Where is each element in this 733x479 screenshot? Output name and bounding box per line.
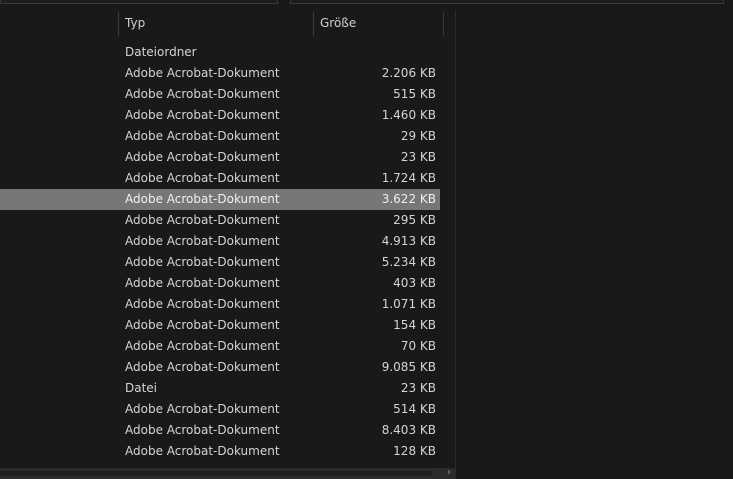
file-list-pane: Typ Größe Dateiordner Adobe Acrobat-Dokum… bbox=[0, 10, 455, 479]
horizontal-scrollbar[interactable]: › bbox=[0, 466, 455, 479]
cell-type: Adobe Acrobat-Dokument bbox=[125, 129, 280, 143]
table-row[interactable]: Adobe Acrobat-Dokument 1.460 KB bbox=[0, 105, 440, 126]
cell-type: Adobe Acrobat-Dokument bbox=[125, 360, 280, 374]
table-row[interactable]: Adobe Acrobat-Dokument 70 KB bbox=[0, 336, 440, 357]
cell-type: Adobe Acrobat-Dokument bbox=[125, 234, 280, 248]
cell-size: 9.085 KB bbox=[381, 360, 436, 374]
table-row[interactable]: Adobe Acrobat-Dokument 5.234 KB bbox=[0, 252, 440, 273]
table-row[interactable]: Adobe Acrobat-Dokument 23 KB bbox=[0, 147, 440, 168]
table-row[interactable]: Adobe Acrobat-Dokument 3.622 KB bbox=[0, 189, 440, 210]
cell-size: 1.724 KB bbox=[381, 171, 436, 185]
table-row[interactable]: Adobe Acrobat-Dokument 128 KB bbox=[0, 441, 440, 462]
table-row[interactable]: Adobe Acrobat-Dokument 29 KB bbox=[0, 126, 440, 147]
cell-size: 3.622 KB bbox=[381, 192, 436, 206]
cell-type: Dateiordner bbox=[125, 45, 197, 59]
cell-size: 515 KB bbox=[393, 87, 436, 101]
table-row[interactable]: Adobe Acrobat-Dokument 515 KB bbox=[0, 84, 440, 105]
cell-type: Adobe Acrobat-Dokument bbox=[125, 192, 280, 206]
table-row[interactable]: Adobe Acrobat-Dokument 403 KB bbox=[0, 273, 440, 294]
column-separator[interactable] bbox=[443, 12, 444, 36]
cell-type: Adobe Acrobat-Dokument bbox=[125, 87, 280, 101]
cell-type: Adobe Acrobat-Dokument bbox=[125, 276, 280, 290]
cell-type: Adobe Acrobat-Dokument bbox=[125, 150, 280, 164]
scrollbar-thumb[interactable] bbox=[0, 471, 432, 476]
cell-size: 128 KB bbox=[393, 444, 436, 458]
cell-type: Adobe Acrobat-Dokument bbox=[125, 402, 280, 416]
table-row[interactable]: Adobe Acrobat-Dokument 2.206 KB bbox=[0, 63, 440, 84]
cell-type: Adobe Acrobat-Dokument bbox=[125, 213, 280, 227]
address-bar[interactable] bbox=[0, 0, 278, 4]
preview-pane bbox=[456, 10, 733, 479]
table-row[interactable]: Adobe Acrobat-Dokument 295 KB bbox=[0, 210, 440, 231]
table-row[interactable]: Dateiordner bbox=[0, 42, 440, 63]
file-explorer-window: Typ Größe Dateiordner Adobe Acrobat-Dokum… bbox=[0, 0, 733, 479]
search-box[interactable] bbox=[290, 0, 724, 4]
column-header-row: Typ Größe bbox=[0, 10, 445, 37]
cell-size: 154 KB bbox=[393, 318, 436, 332]
table-row[interactable]: Adobe Acrobat-Dokument 1.071 KB bbox=[0, 294, 440, 315]
table-row[interactable]: Adobe Acrobat-Dokument 8.403 KB bbox=[0, 420, 440, 441]
cell-size: 23 KB bbox=[400, 381, 436, 395]
cell-type: Adobe Acrobat-Dokument bbox=[125, 297, 280, 311]
table-row[interactable]: Adobe Acrobat-Dokument 1.724 KB bbox=[0, 168, 440, 189]
column-separator[interactable] bbox=[313, 12, 314, 36]
cell-size: 8.403 KB bbox=[381, 423, 436, 437]
cell-size: 70 KB bbox=[400, 339, 436, 353]
cell-size: 514 KB bbox=[393, 402, 436, 416]
cell-size: 2.206 KB bbox=[381, 66, 436, 80]
cell-size: 1.460 KB bbox=[381, 108, 436, 122]
table-row[interactable]: Adobe Acrobat-Dokument 4.913 KB bbox=[0, 231, 440, 252]
column-header-type[interactable]: Typ bbox=[125, 16, 145, 30]
chevron-right-icon[interactable]: › bbox=[447, 466, 451, 479]
cell-type: Adobe Acrobat-Dokument bbox=[125, 108, 280, 122]
column-separator[interactable] bbox=[118, 12, 119, 36]
cell-type: Adobe Acrobat-Dokument bbox=[125, 66, 280, 80]
cell-size: 5.234 KB bbox=[381, 255, 436, 269]
cell-size: 29 KB bbox=[400, 129, 436, 143]
cell-size: 1.071 KB bbox=[381, 297, 436, 311]
table-row[interactable]: Adobe Acrobat-Dokument 9.085 KB bbox=[0, 357, 440, 378]
file-list: Dateiordner Adobe Acrobat-Dokument 2.206 K… bbox=[0, 42, 440, 462]
cell-type: Adobe Acrobat-Dokument bbox=[125, 444, 280, 458]
table-row[interactable]: Adobe Acrobat-Dokument 514 KB bbox=[0, 399, 440, 420]
column-header-size[interactable]: Größe bbox=[320, 16, 356, 30]
table-row[interactable]: Datei 23 KB bbox=[0, 378, 440, 399]
table-row[interactable]: Adobe Acrobat-Dokument 154 KB bbox=[0, 315, 440, 336]
cell-size: 23 KB bbox=[400, 150, 436, 164]
cell-size: 295 KB bbox=[393, 213, 436, 227]
cell-size: 4.913 KB bbox=[381, 234, 436, 248]
cell-type: Adobe Acrobat-Dokument bbox=[125, 339, 280, 353]
cell-type: Adobe Acrobat-Dokument bbox=[125, 255, 280, 269]
cell-type: Datei bbox=[125, 381, 158, 395]
cell-type: Adobe Acrobat-Dokument bbox=[125, 171, 280, 185]
cell-size: 403 KB bbox=[393, 276, 436, 290]
cell-type: Adobe Acrobat-Dokument bbox=[125, 318, 280, 332]
cell-type: Adobe Acrobat-Dokument bbox=[125, 423, 280, 437]
